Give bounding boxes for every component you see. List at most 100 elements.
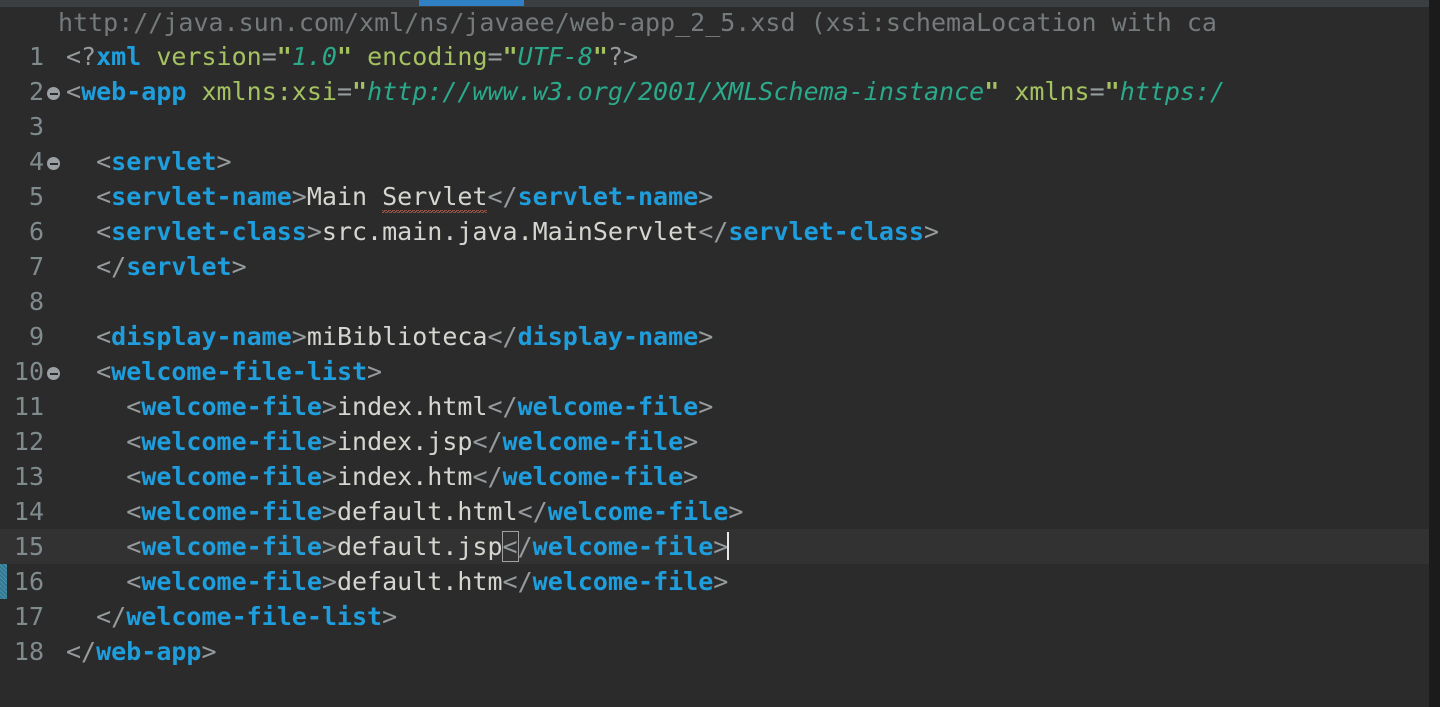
- horizontal-scrollbar-thumb[interactable]: [419, 0, 524, 6]
- code-line[interactable]: 15 <welcome-file>default.jsp</welcome-fi…: [0, 529, 1440, 564]
- code-line[interactable]: 4 <servlet>: [0, 144, 1440, 179]
- token-text: index.html: [336, 392, 488, 421]
- line-number: 15: [13, 532, 44, 561]
- token-quote: ": [336, 42, 353, 71]
- token-tag: servlet: [111, 147, 217, 176]
- code-line[interactable]: 13 <welcome-file>index.htm</welcome-file…: [0, 459, 1440, 494]
- token-punct: >: [201, 637, 217, 666]
- token-text: default.jsp: [336, 532, 503, 561]
- code-line[interactable]: 14 <welcome-file>default.html</welcome-f…: [0, 494, 1440, 529]
- code-line[interactable]: 9 <display-name>miBiblioteca</display-na…: [0, 319, 1440, 354]
- code-lines: 1 <?xml version="1.0" encoding="UTF-8"?> 2…: [0, 39, 1440, 669]
- code-line[interactable]: 6 <servlet-class>src.main.java.MainServl…: [0, 214, 1440, 249]
- code-line[interactable]: 2 <web-app xmlns:xsi="http://www.w3.org/2…: [0, 74, 1440, 109]
- token-punct: >: [698, 392, 714, 421]
- token-text: src.main.java.MainServlet: [321, 217, 699, 246]
- token-punct: >: [231, 252, 247, 281]
- bracket-match-highlight: <: [501, 531, 519, 562]
- token-punct: <: [126, 497, 142, 526]
- token-punct: >: [713, 532, 729, 561]
- code-line[interactable]: 3: [0, 109, 1440, 144]
- token-punct: </: [487, 322, 518, 351]
- token-punct: >: [321, 392, 337, 421]
- token-punct: >: [382, 602, 398, 631]
- token-tag: xml: [96, 42, 142, 71]
- token-punct: <: [66, 77, 82, 106]
- code-text: <?xml version="1.0" encoding="UTF-8"?>: [66, 39, 638, 74]
- editor-text-area[interactable]: 1 <?xml version="1.0" encoding="UTF-8"?> 2…: [0, 39, 1440, 707]
- token-punct: >: [321, 462, 337, 491]
- token-text: index.htm: [336, 462, 473, 491]
- code-line[interactable]: 1 <?xml version="1.0" encoding="UTF-8"?>: [0, 39, 1440, 74]
- token-tag: welcome-file: [532, 532, 714, 561]
- token-punct: <: [96, 147, 112, 176]
- token-quote: ": [276, 42, 292, 71]
- token-punct: >: [291, 182, 307, 211]
- token-tag: welcome-file: [517, 392, 699, 421]
- token-quote: ": [592, 42, 608, 71]
- code-line[interactable]: 7 </servlet>: [0, 249, 1440, 284]
- code-line[interactable]: 17 </welcome-file-list>: [0, 599, 1440, 634]
- code-text: </servlet>: [66, 249, 247, 284]
- token-tag: welcome-file: [141, 567, 322, 596]
- token-punct: >: [683, 462, 699, 491]
- token-punct: <: [126, 392, 142, 421]
- token-punct: >: [321, 427, 337, 456]
- token-punct: >: [216, 147, 232, 176]
- token-quote: ": [352, 77, 368, 106]
- line-number: 18: [13, 637, 44, 666]
- token-tag: servlet-name: [517, 182, 699, 211]
- token-str: 1.0: [291, 42, 337, 71]
- line-number: 12: [13, 427, 44, 456]
- code-line[interactable]: 11 <welcome-file>index.html</welcome-fil…: [0, 389, 1440, 424]
- token-punct: <: [126, 462, 142, 491]
- line-number: 13: [13, 462, 44, 491]
- token-punct: <: [96, 217, 112, 246]
- code-line[interactable]: 16 <welcome-file>default.htm</welcome-fi…: [0, 564, 1440, 599]
- horizontal-scrollbar-track[interactable]: [0, 0, 1440, 7]
- token-tag: web-app: [81, 77, 187, 106]
- code-line[interactable]: 12 <welcome-file>index.jsp</welcome-file…: [0, 424, 1440, 459]
- code-text: </web-app>: [66, 634, 217, 669]
- token-punct: =: [336, 77, 353, 106]
- token-tag: servlet: [126, 252, 232, 281]
- token-str: https:/: [1119, 77, 1226, 106]
- token-tag: servlet-name: [111, 182, 292, 211]
- line-number: 17: [13, 602, 44, 631]
- spellcheck-warning-text: Servlet: [382, 182, 488, 213]
- code-text: <welcome-file-list>: [66, 354, 382, 389]
- token-punct: >: [321, 567, 337, 596]
- token-text: Main: [306, 182, 383, 211]
- token-tag: display-name: [517, 322, 699, 351]
- token-text: index.jsp: [336, 427, 473, 456]
- token-punct: </: [472, 427, 503, 456]
- token-punct: >: [713, 567, 729, 596]
- code-line[interactable]: 8: [0, 284, 1440, 319]
- token-text: default.html: [336, 497, 518, 526]
- token-punct: >: [321, 532, 337, 561]
- token-text: miBiblioteca: [306, 322, 488, 351]
- code-line[interactable]: 5 <servlet-name>Main Servlet</servlet-na…: [0, 179, 1440, 214]
- token-punct: <: [96, 357, 112, 386]
- token-punct: </: [487, 182, 518, 211]
- token-punct: >: [683, 427, 699, 456]
- token-punct: <: [126, 567, 142, 596]
- token-punct: </: [96, 602, 127, 631]
- token-tag: welcome-file: [141, 427, 322, 456]
- code-line[interactable]: 18 </web-app>: [0, 634, 1440, 669]
- code-line[interactable]: 10 <welcome-file-list>: [0, 354, 1440, 389]
- token-attr: xmlns: [1014, 77, 1090, 106]
- token-punct: >: [321, 497, 337, 526]
